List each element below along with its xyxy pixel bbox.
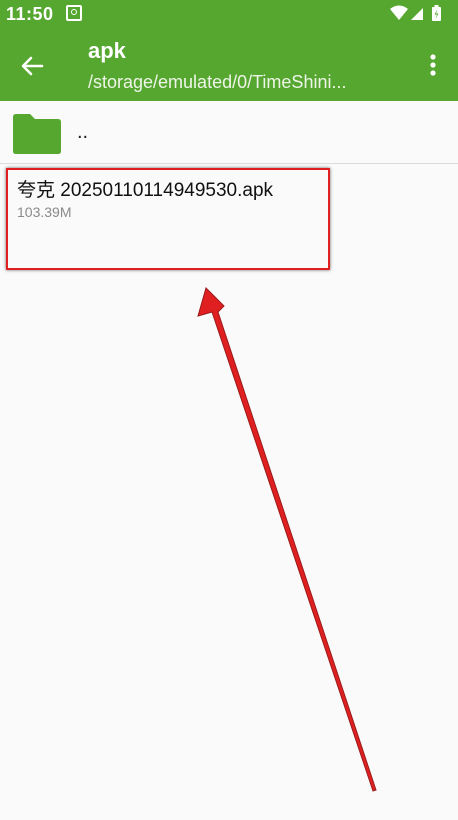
overflow-menu-button[interactable] <box>418 50 448 80</box>
folder-icon <box>13 114 61 154</box>
back-button[interactable] <box>14 48 50 84</box>
screenshot-icon <box>66 5 82 21</box>
file-size: 103.39M <box>17 204 72 220</box>
current-path: /storage/emulated/0/TimeShini... <box>88 72 347 92</box>
more-vert-icon <box>430 54 436 76</box>
back-arrow-icon <box>21 56 44 76</box>
signal-icon <box>411 8 423 20</box>
status-time: 11:50 <box>6 4 54 24</box>
page-title: apk <box>88 38 126 63</box>
parent-directory-item[interactable]: .. <box>0 101 458 164</box>
file-name: 夸克 20250110114949530.apk <box>17 180 274 201</box>
wifi-icon <box>390 5 408 20</box>
battery-icon <box>432 5 441 21</box>
status-icons <box>390 5 441 21</box>
app-toolbar: apk /storage/emulated/0/TimeShini... <box>0 26 458 101</box>
file-item[interactable]: 夸克 20250110114949530.apk 103.39M <box>0 164 458 262</box>
parent-directory-label: .. <box>77 121 89 143</box>
status-bar: 11:50 <box>0 0 458 26</box>
